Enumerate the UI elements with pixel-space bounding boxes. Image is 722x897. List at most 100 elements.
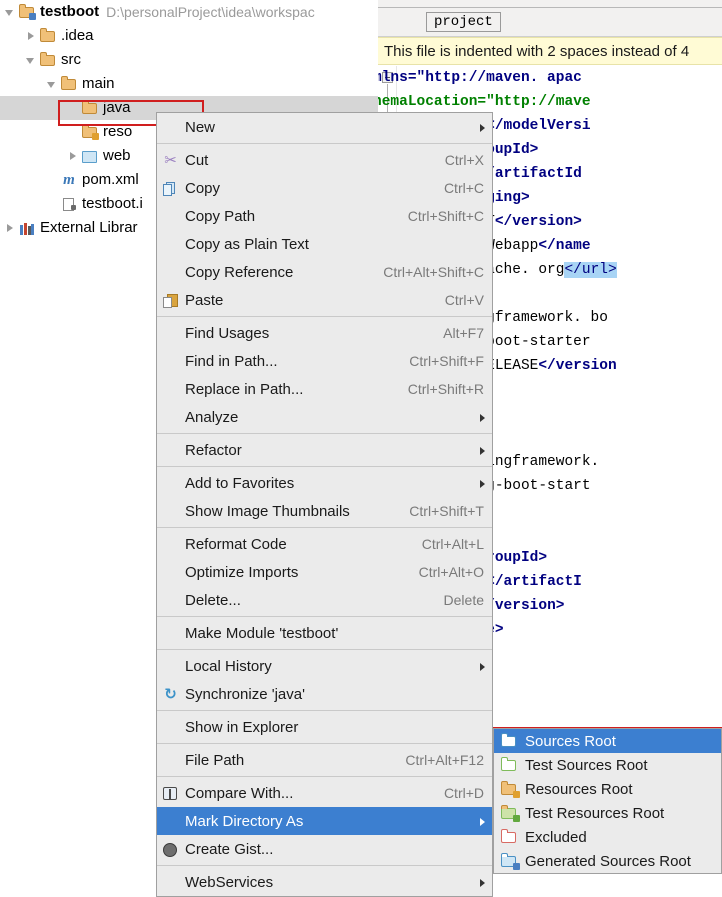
menu-item-synchronize-java[interactable]: ↻ Synchronize 'java' (157, 680, 492, 708)
chevron-down-icon[interactable] (25, 48, 39, 72)
submenu-arrow-icon (480, 663, 485, 671)
menu-item-label: Replace in Path... (185, 380, 304, 398)
code-token: </modelVersi (486, 118, 591, 134)
chevron-right-icon[interactable] (25, 24, 39, 48)
chevron-right-icon[interactable] (4, 216, 18, 240)
resources-folder-icon (81, 124, 99, 140)
sources-root-folder-icon (500, 732, 520, 750)
menu-item-compare-with[interactable]: Compare With... Ctrl+D (157, 779, 492, 807)
menu-item-webservices[interactable]: WebServices (157, 868, 492, 896)
menu-separator (157, 649, 492, 650)
chevron-down-icon[interactable] (46, 72, 60, 96)
menu-item-label: Show Image Thumbnails (185, 502, 350, 520)
menu-item-paste[interactable]: Paste Ctrl+V (157, 286, 492, 314)
menu-item-show-in-explorer[interactable]: Show in Explorer (157, 713, 492, 741)
menu-item-label: Optimize Imports (185, 563, 299, 581)
menu-item-mark-directory-as[interactable]: Mark Directory As (157, 807, 492, 835)
menu-item-shortcut: Ctrl+Alt+F12 (405, 752, 484, 768)
tree-item-label: src (61, 51, 81, 68)
menu-item-label: Find Usages (185, 324, 270, 342)
menu-item-label: File Path (185, 751, 245, 769)
menu-item-find-usages[interactable]: Find Usages Alt+F7 (157, 319, 492, 347)
tree-item-label: java (103, 99, 131, 116)
menu-item-shortcut: Ctrl+D (443, 785, 484, 801)
folder-icon (60, 76, 78, 92)
menu-item-cut[interactable]: ✂ Cut Ctrl+X (157, 146, 492, 174)
menu-item-new[interactable]: New (157, 113, 492, 141)
chevron-right-icon[interactable] (67, 144, 81, 168)
tree-item-main[interactable]: main (0, 72, 378, 96)
code-token: xsi:schemaLocation="http://mave (378, 94, 591, 110)
folder-icon (39, 28, 57, 44)
submenu-item-label: Excluded (525, 828, 587, 846)
menu-item-label: Delete... (185, 591, 241, 609)
submenu-item-label: Resources Root (525, 780, 633, 798)
menu-item-label: New (185, 118, 216, 136)
submenu-arrow-icon (480, 414, 485, 422)
editor-tab-strip[interactable] (378, 0, 722, 8)
menu-item-reformat-code[interactable]: Reformat Code Ctrl+Alt+L (157, 530, 492, 558)
submenu-item-resources-root[interactable]: Resources Root (494, 777, 721, 801)
menu-item-label: Show in Explorer (185, 718, 299, 736)
menu-item-copy-reference[interactable]: Copy Reference Ctrl+Alt+Shift+C (157, 258, 492, 286)
code-token: </url> (564, 262, 617, 278)
menu-item-file-path[interactable]: File Path Ctrl+Alt+F12 (157, 746, 492, 774)
menu-separator (157, 143, 492, 144)
submenu-item-excluded[interactable]: Excluded (494, 825, 721, 849)
submenu-item-test-resources-root[interactable]: Test Resources Root (494, 801, 721, 825)
mark-directory-as-submenu[interactable]: Sources Root Test Sources Root Resources R… (493, 728, 722, 874)
menu-item-analyze[interactable]: Analyze (157, 403, 492, 431)
menu-separator (157, 433, 492, 434)
tree-item-label: pom.xml (82, 171, 139, 188)
menu-item-label: Paste (185, 291, 224, 309)
chevron-down-icon[interactable] (4, 0, 18, 24)
menu-item-label: Refactor (185, 441, 242, 459)
tree-item-src[interactable]: src (0, 48, 378, 72)
menu-separator (157, 527, 492, 528)
resources-root-folder-icon (500, 780, 520, 798)
tree-item-testboot[interactable]: testboot D:\personalProject\idea\workspac (0, 0, 378, 24)
code-token: </artifactId (477, 166, 582, 182)
folder-icon (81, 100, 99, 116)
test-resources-root-folder-icon (500, 804, 520, 822)
tree-item-label: .idea (61, 27, 94, 44)
menu-item-local-history[interactable]: Local History (157, 652, 492, 680)
gist-icon (162, 841, 179, 858)
menu-item-copy[interactable]: Copy Ctrl+C (157, 174, 492, 202)
context-menu[interactable]: New ✂ Cut Ctrl+X Copy Ctrl+C Copy Path Ctrl+Shi… (156, 112, 493, 897)
menu-item-label: Analyze (185, 408, 239, 426)
menu-item-copy-as-plain-text[interactable]: Copy as Plain Text (157, 230, 492, 258)
tree-item-idea[interactable]: .idea (0, 24, 378, 48)
menu-item-create-gist[interactable]: Create Gist... (157, 835, 492, 863)
menu-item-label: Mark Directory As (185, 812, 304, 830)
menu-separator (157, 776, 492, 777)
menu-item-refactor[interactable]: Refactor (157, 436, 492, 464)
menu-separator (157, 466, 492, 467)
menu-item-shortcut: Ctrl+C (443, 180, 484, 196)
breadcrumb-bar: project (378, 8, 722, 37)
submenu-item-test-sources-root[interactable]: Test Sources Root (494, 753, 721, 777)
menu-item-shortcut: Delete (443, 592, 484, 608)
submenu-item-generated-sources-root[interactable]: Generated Sources Root (494, 849, 721, 873)
menu-item-make-module-testboot[interactable]: Make Module 'testboot' (157, 619, 492, 647)
menu-item-shortcut: Alt+F7 (443, 325, 484, 341)
paste-icon (162, 292, 179, 309)
menu-item-replace-in-path[interactable]: Replace in Path... Ctrl+Shift+R (157, 375, 492, 403)
submenu-item-label: Sources Root (525, 732, 616, 750)
maven-file-icon: m (63, 172, 75, 188)
breadcrumb-project[interactable]: project (426, 12, 501, 32)
menu-item-delete[interactable]: Delete... Delete (157, 586, 492, 614)
menu-item-show-image-thumbnails[interactable]: Show Image Thumbnails Ctrl+Shift+T (157, 497, 492, 525)
tree-item-label: web (103, 147, 131, 164)
submenu-arrow-icon (480, 480, 485, 488)
menu-item-find-in-path[interactable]: Find in Path... Ctrl+Shift+F (157, 347, 492, 375)
menu-item-optimize-imports[interactable]: Optimize Imports Ctrl+Alt+O (157, 558, 492, 586)
code-token: </artifactI (486, 574, 582, 590)
menu-item-shortcut: Ctrl+Shift+C (407, 208, 484, 224)
menu-item-copy-path[interactable]: Copy Path Ctrl+Shift+C (157, 202, 492, 230)
menu-item-add-to-favorites[interactable]: Add to Favorites (157, 469, 492, 497)
menu-item-label: Copy Path (185, 207, 256, 225)
test-sources-root-folder-icon (500, 756, 520, 774)
submenu-item-label: Test Resources Root (525, 804, 665, 822)
submenu-item-sources-root[interactable]: Sources Root (494, 729, 721, 753)
